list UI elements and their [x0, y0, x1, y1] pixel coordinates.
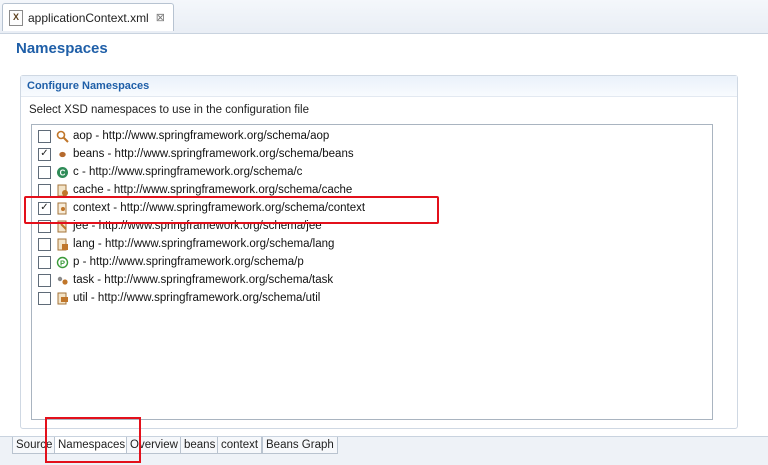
- namespace-checkbox[interactable]: [38, 273, 51, 287]
- c-namespace-icon: C: [56, 166, 69, 179]
- aop-icon: [56, 130, 69, 143]
- namespace-row-aop[interactable]: aop - http://www.springframework.org/sch…: [38, 127, 329, 145]
- page-title: Namespaces: [16, 40, 108, 57]
- tab-beans[interactable]: beans: [180, 437, 220, 454]
- tab-namespaces[interactable]: Namespaces: [54, 437, 130, 454]
- namespace-checkbox[interactable]: [38, 291, 51, 305]
- tab-beans-graph[interactable]: Beans Graph: [262, 437, 338, 454]
- namespace-label: aop - http://www.springframework.org/sch…: [73, 130, 330, 142]
- tab-source[interactable]: Source: [12, 437, 57, 454]
- namespace-label: util - http://www.springframework.org/sc…: [73, 292, 321, 304]
- namespace-label: c - http://www.springframework.org/schem…: [73, 166, 303, 178]
- tab-context[interactable]: context: [217, 437, 263, 454]
- beans-icon: [56, 148, 69, 161]
- namespace-row-beans[interactable]: ✓ beans - http://www.springframework.org/…: [38, 145, 354, 163]
- namespace-checkbox[interactable]: [38, 237, 51, 251]
- configure-namespaces-section: Configure Namespaces Select XSD namespac…: [20, 75, 738, 429]
- namespace-row-cache[interactable]: cache - http://www.springframework.org/s…: [38, 181, 352, 199]
- namespace-checkbox[interactable]: [38, 219, 51, 233]
- namespace-checkbox[interactable]: [38, 255, 51, 269]
- editor-tab-strip: X applicationContext.xml ⊠: [0, 0, 768, 34]
- section-header: Configure Namespaces: [21, 76, 737, 97]
- namespace-label: p - http://www.springframework.org/schem…: [73, 256, 304, 268]
- editor-tab-title: applicationContext.xml: [28, 10, 149, 25]
- editor-tab-applicationcontext[interactable]: X applicationContext.xml ⊠: [2, 3, 174, 31]
- namespace-row-lang[interactable]: lang - http://www.springframework.org/sc…: [38, 235, 334, 253]
- section-description: Select XSD namespaces to use in the conf…: [29, 104, 309, 116]
- namespace-label: context - http://www.springframework.org…: [73, 202, 366, 214]
- svg-text:C: C: [60, 168, 66, 177]
- namespace-label: beans - http://www.springframework.org/s…: [73, 148, 354, 160]
- namespace-label: cache - http://www.springframework.org/s…: [73, 184, 353, 196]
- namespace-checkbox[interactable]: ✓: [38, 147, 51, 161]
- xml-file-icon: X: [9, 9, 23, 26]
- namespace-row-util[interactable]: util - http://www.springframework.org/sc…: [38, 289, 320, 307]
- namespace-row-jee[interactable]: jee - http://www.springframework.org/sch…: [38, 217, 322, 235]
- util-icon: [56, 292, 69, 305]
- tab-overview[interactable]: Overview: [126, 437, 182, 454]
- namespace-row-context[interactable]: ✓ context - http://www.springframework.or…: [38, 199, 365, 217]
- context-icon: [56, 202, 69, 215]
- namespace-label: lang - http://www.springframework.org/sc…: [73, 238, 335, 250]
- cache-icon: [56, 184, 69, 197]
- namespace-row-p[interactable]: Pp - http://www.springframework.org/sche…: [38, 253, 304, 271]
- section-title: Configure Namespaces: [27, 80, 150, 92]
- namespace-checkbox[interactable]: [38, 129, 51, 143]
- close-icon[interactable]: ⊠: [156, 11, 165, 24]
- jee-icon: [56, 220, 69, 233]
- task-icon: [56, 274, 69, 287]
- namespace-row-c[interactable]: Cc - http://www.springframework.org/sche…: [38, 163, 302, 181]
- namespace-row-task[interactable]: task - http://www.springframework.org/sc…: [38, 271, 333, 289]
- namespace-checkbox[interactable]: ✓: [38, 201, 51, 215]
- namespace-label: jee - http://www.springframework.org/sch…: [73, 220, 322, 232]
- lang-icon: [56, 238, 69, 251]
- namespace-checkbox[interactable]: [38, 165, 51, 179]
- namespace-list[interactable]: aop - http://www.springframework.org/sch…: [31, 124, 713, 420]
- namespace-checkbox[interactable]: [38, 183, 51, 197]
- p-namespace-icon: P: [56, 256, 69, 269]
- namespace-label: task - http://www.springframework.org/sc…: [73, 274, 334, 286]
- svg-text:P: P: [60, 258, 65, 267]
- editor-page-tabs: Source Namespaces Overview beans context Bean…: [0, 436, 768, 465]
